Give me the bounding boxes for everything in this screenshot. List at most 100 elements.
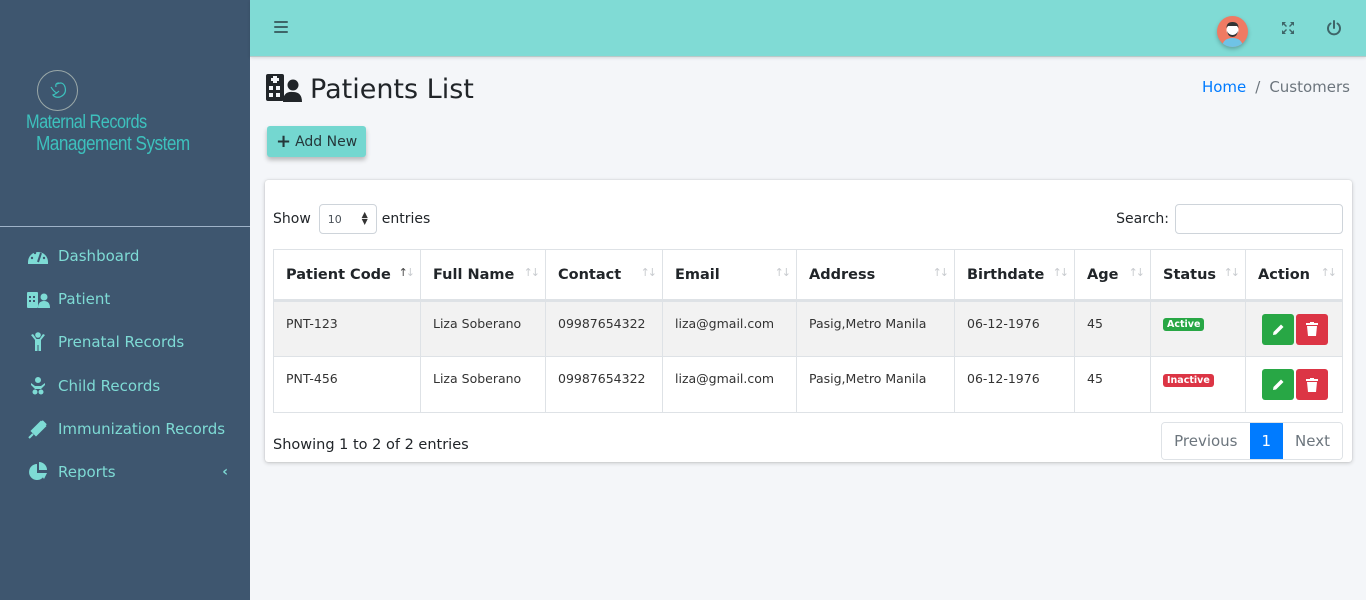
- add-new-label: Add New: [295, 133, 358, 150]
- patients-table: Patient Code ↑↓ Full Name ↑↓ Contact ↑↓ Ema…: [273, 249, 1343, 413]
- sidebar-item-patient[interactable]: Patient: [0, 277, 250, 320]
- column-header-contact[interactable]: Contact ↑↓: [545, 249, 663, 302]
- power-off-icon[interactable]: [1324, 18, 1344, 38]
- sort-icon: ↑↓: [1223, 266, 1241, 279]
- cell-full-name: Liza Soberano: [420, 356, 546, 413]
- sort-icon: ↑↓: [398, 266, 416, 279]
- breadcrumb-current: Customers: [1269, 78, 1350, 96]
- sidebar-item-reports[interactable]: Reports ‹: [0, 450, 250, 493]
- plus-icon: +: [276, 130, 292, 152]
- pencil-icon: [1272, 379, 1283, 390]
- baby-icon: [26, 376, 50, 396]
- pagination: Previous 1 Next: [1161, 422, 1343, 460]
- hospital-user-icon: [26, 289, 50, 309]
- pagination-previous[interactable]: Previous: [1162, 423, 1250, 459]
- sidebar-item-immunization-records[interactable]: Immunization Records: [0, 407, 250, 450]
- cell-status: Inactive: [1150, 356, 1246, 413]
- pagination-page-1[interactable]: 1: [1249, 423, 1284, 459]
- column-header-patient-code[interactable]: Patient Code ↑↓: [273, 249, 421, 302]
- brand[interactable]: Maternal Records Management System: [0, 0, 250, 227]
- sidebar-item-prenatal-records[interactable]: Prenatal Records: [0, 321, 250, 364]
- edit-button[interactable]: [1262, 369, 1294, 400]
- sidebar-item-label: Dashboard: [58, 246, 140, 265]
- column-header-full-name[interactable]: Full Name ↑↓: [420, 249, 546, 302]
- cell-birthdate: 06-12-1976: [954, 356, 1075, 413]
- page-title: Patients List: [265, 72, 474, 106]
- brand-title-line2: Management System: [36, 133, 190, 155]
- table-header-row: Patient Code ↑↓ Full Name ↑↓ Contact ↑↓ Ema…: [273, 249, 1343, 302]
- pagination-next[interactable]: Next: [1283, 423, 1342, 459]
- chart-pie-icon: [26, 462, 50, 482]
- sort-icon: ↑↓: [523, 266, 541, 279]
- cell-patient-code: PNT-123: [273, 300, 421, 357]
- cell-action: [1245, 300, 1343, 357]
- cell-status: Active: [1150, 300, 1246, 357]
- cell-birthdate: 06-12-1976: [954, 300, 1075, 357]
- cell-patient-code: PNT-456: [273, 356, 421, 413]
- cell-email: liza@gmail.com: [662, 356, 797, 413]
- patients-table-card: Show 10 ▲ ▼ entries Search: Patient Code ↑…: [265, 180, 1352, 462]
- sidebar-item-label: Immunization Records: [58, 419, 226, 438]
- sidebar-item-label: Reports: [58, 463, 116, 482]
- cell-contact: 09987654322: [545, 356, 663, 413]
- sidebar-item-label: Prenatal Records: [58, 333, 185, 352]
- sort-icon: ↑↓: [774, 266, 792, 279]
- entries-select[interactable]: 10: [318, 204, 377, 234]
- fetus-icon: [37, 70, 78, 111]
- sidebar-nav: Dashboard Patient Prenatal Records Child…: [0, 234, 250, 494]
- sort-icon: ↑↓: [1128, 266, 1146, 279]
- status-badge: Active: [1163, 318, 1205, 331]
- cell-age: 45: [1074, 300, 1151, 357]
- trash-icon: [1306, 322, 1318, 336]
- page-heading: Patients List: [310, 73, 474, 105]
- topbar: [250, 0, 1366, 57]
- sidebar: Maternal Records Management System Dashb…: [0, 0, 250, 600]
- column-header-birthdate[interactable]: Birthdate ↑↓: [954, 249, 1075, 302]
- table-row: PNT-456 Liza Soberano 09987654322 liza@g…: [273, 356, 1343, 413]
- trash-icon: [1306, 377, 1318, 392]
- delete-button[interactable]: [1296, 369, 1328, 400]
- table-row: PNT-123 Liza Soberano 09987654322 liza@g…: [273, 300, 1343, 357]
- breadcrumb: Home / Customers: [1202, 78, 1350, 96]
- column-header-age[interactable]: Age ↑↓: [1074, 249, 1151, 302]
- chevron-left-icon[interactable]: ‹: [222, 464, 228, 480]
- column-header-address[interactable]: Address ↑↓: [796, 249, 955, 302]
- search-label: Search:: [1116, 211, 1169, 227]
- column-header-status[interactable]: Status ↑↓: [1150, 249, 1246, 302]
- sort-icon: ↑↓: [1320, 266, 1338, 279]
- sidebar-item-child-records[interactable]: Child Records: [0, 364, 250, 407]
- add-new-button[interactable]: + Add New: [267, 126, 367, 157]
- cell-full-name: Liza Soberano: [420, 300, 546, 357]
- show-label: Show: [273, 211, 311, 227]
- user-avatar[interactable]: [1217, 16, 1248, 47]
- brand-title-line1: Maternal Records: [26, 112, 147, 133]
- sort-icon: ↑↓: [1052, 266, 1070, 279]
- sidebar-item-dashboard[interactable]: Dashboard: [0, 234, 250, 277]
- hospital-user-icon: [265, 72, 302, 106]
- search-control: Search:: [1116, 204, 1343, 234]
- cell-contact: 09987654322: [545, 300, 663, 357]
- entries-length-control: Show 10 ▲ ▼ entries: [273, 204, 430, 234]
- search-input[interactable]: [1175, 204, 1343, 234]
- table-info: Showing 1 to 2 of 2 entries: [273, 437, 469, 453]
- sort-icon: ↑↓: [932, 266, 950, 279]
- cell-address: Pasig,Metro Manila: [796, 356, 955, 413]
- cell-email: liza@gmail.com: [662, 300, 797, 357]
- pencil-icon: [1272, 324, 1283, 335]
- tachometer-icon: [26, 246, 50, 266]
- breadcrumb-separator: /: [1255, 78, 1261, 96]
- cell-address: Pasig,Metro Manila: [796, 300, 955, 357]
- delete-button[interactable]: [1296, 313, 1328, 345]
- hamburger-icon[interactable]: [274, 21, 288, 35]
- expand-arrows-icon[interactable]: [1278, 18, 1298, 38]
- breadcrumb-home-link[interactable]: Home: [1202, 78, 1246, 96]
- child-icon: [26, 332, 50, 352]
- cell-age: 45: [1074, 356, 1151, 413]
- cell-action: [1245, 356, 1343, 413]
- column-header-action[interactable]: Action ↑↓: [1245, 249, 1343, 302]
- edit-button[interactable]: [1262, 313, 1294, 345]
- sort-icon: ↑↓: [640, 266, 658, 279]
- column-header-email[interactable]: Email ↑↓: [662, 249, 797, 302]
- entries-label: entries: [381, 211, 431, 227]
- syringe-icon: [26, 419, 50, 439]
